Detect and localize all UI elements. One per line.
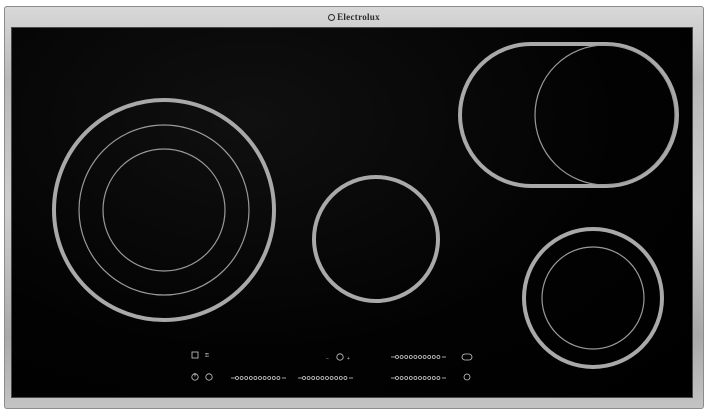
slider-step-dot[interactable] (253, 376, 258, 380)
zone-left-outer-ring (52, 98, 276, 322)
slider-step-dot[interactable] (239, 376, 244, 380)
slider-step-dot[interactable] (431, 376, 436, 380)
zone-center-single[interactable] (312, 175, 440, 303)
slider-step-dot[interactable] (408, 355, 413, 359)
slider-step-dot[interactable] (413, 355, 418, 359)
zone-left-inner-ring (102, 148, 226, 272)
power-slider-front-left[interactable] (231, 376, 286, 380)
timer-minus-icon[interactable]: − (326, 356, 329, 362)
slider-step-dot[interactable] (408, 376, 413, 380)
zone-rear-right-oval[interactable] (458, 42, 679, 188)
slider-step-dot[interactable] (302, 376, 306, 380)
slider-step-dot[interactable] (315, 376, 320, 380)
slider-step-dot[interactable] (311, 376, 316, 380)
cooktop-photo: Electrolux ⚿ − + (0, 0, 708, 414)
stop-go-icon[interactable] (205, 373, 213, 381)
slider-step-dot[interactable] (248, 376, 253, 380)
slider-step-dot[interactable] (343, 376, 348, 380)
slider-step-dot[interactable] (334, 376, 339, 380)
slider-step-dot[interactable] (427, 376, 432, 380)
slider-step-dot[interactable] (395, 355, 399, 359)
zone-oval-outer (458, 42, 679, 188)
zone-left-middle-ring (78, 124, 250, 296)
slider-step-dot[interactable] (427, 355, 432, 359)
slider-step-dot[interactable] (329, 376, 334, 380)
zone-front-right-inner-ring (541, 246, 645, 350)
slider-step-dot[interactable] (418, 376, 422, 380)
slider-step-dot[interactable] (338, 376, 343, 380)
slider-step-dot[interactable] (267, 376, 272, 380)
slider-step-dot[interactable] (422, 376, 427, 380)
slider-step-dot[interactable] (276, 376, 281, 380)
slider-step-dot[interactable] (399, 376, 404, 380)
control-panel: ⚿ − + (191, 351, 473, 381)
slider-step-dot[interactable] (404, 355, 409, 359)
slider-step-dot[interactable] (244, 376, 249, 380)
zone-oval-inner-circle (534, 44, 676, 186)
slider-step-dot[interactable] (271, 376, 276, 380)
oval-zone-icon[interactable] (461, 353, 473, 361)
slider-step-dot[interactable] (413, 376, 418, 380)
slider-step-dot[interactable] (258, 376, 262, 380)
timer-plus-icon[interactable]: + (347, 356, 350, 362)
slider-step-dot[interactable] (418, 355, 422, 359)
zone-left-triple[interactable] (52, 98, 276, 322)
slider-step-dot[interactable] (320, 376, 325, 380)
zone-front-right-dual[interactable] (522, 227, 664, 369)
slider-step-dot[interactable] (399, 355, 404, 359)
slider-step-dot[interactable] (422, 355, 427, 359)
zone-center-ring (312, 175, 440, 303)
slider-step-dot[interactable] (395, 376, 399, 380)
slider-step-dot[interactable] (436, 355, 441, 359)
lock-icon[interactable] (191, 351, 199, 359)
slider-step-dot[interactable] (431, 355, 436, 359)
slider-step-dot[interactable] (436, 376, 441, 380)
cooktop-drawing: ⚿ − + (52, 42, 679, 381)
child-lock-indicator: ⚿ (205, 353, 209, 359)
slider-step-dot[interactable] (404, 376, 409, 380)
power-slider-center[interactable] (298, 376, 353, 380)
zone-front-right-outer-ring (522, 227, 664, 369)
power-slider-front-right[interactable] (391, 376, 446, 380)
slider-step-dot[interactable] (306, 376, 311, 380)
power-slider-rear-right[interactable] (391, 355, 446, 359)
timer-icon[interactable] (336, 353, 344, 361)
slider-step-dot[interactable] (262, 376, 267, 380)
slider-step-dot[interactable] (325, 376, 329, 380)
slider-step-dot[interactable] (235, 376, 239, 380)
dual-zone-icon[interactable] (463, 373, 471, 381)
